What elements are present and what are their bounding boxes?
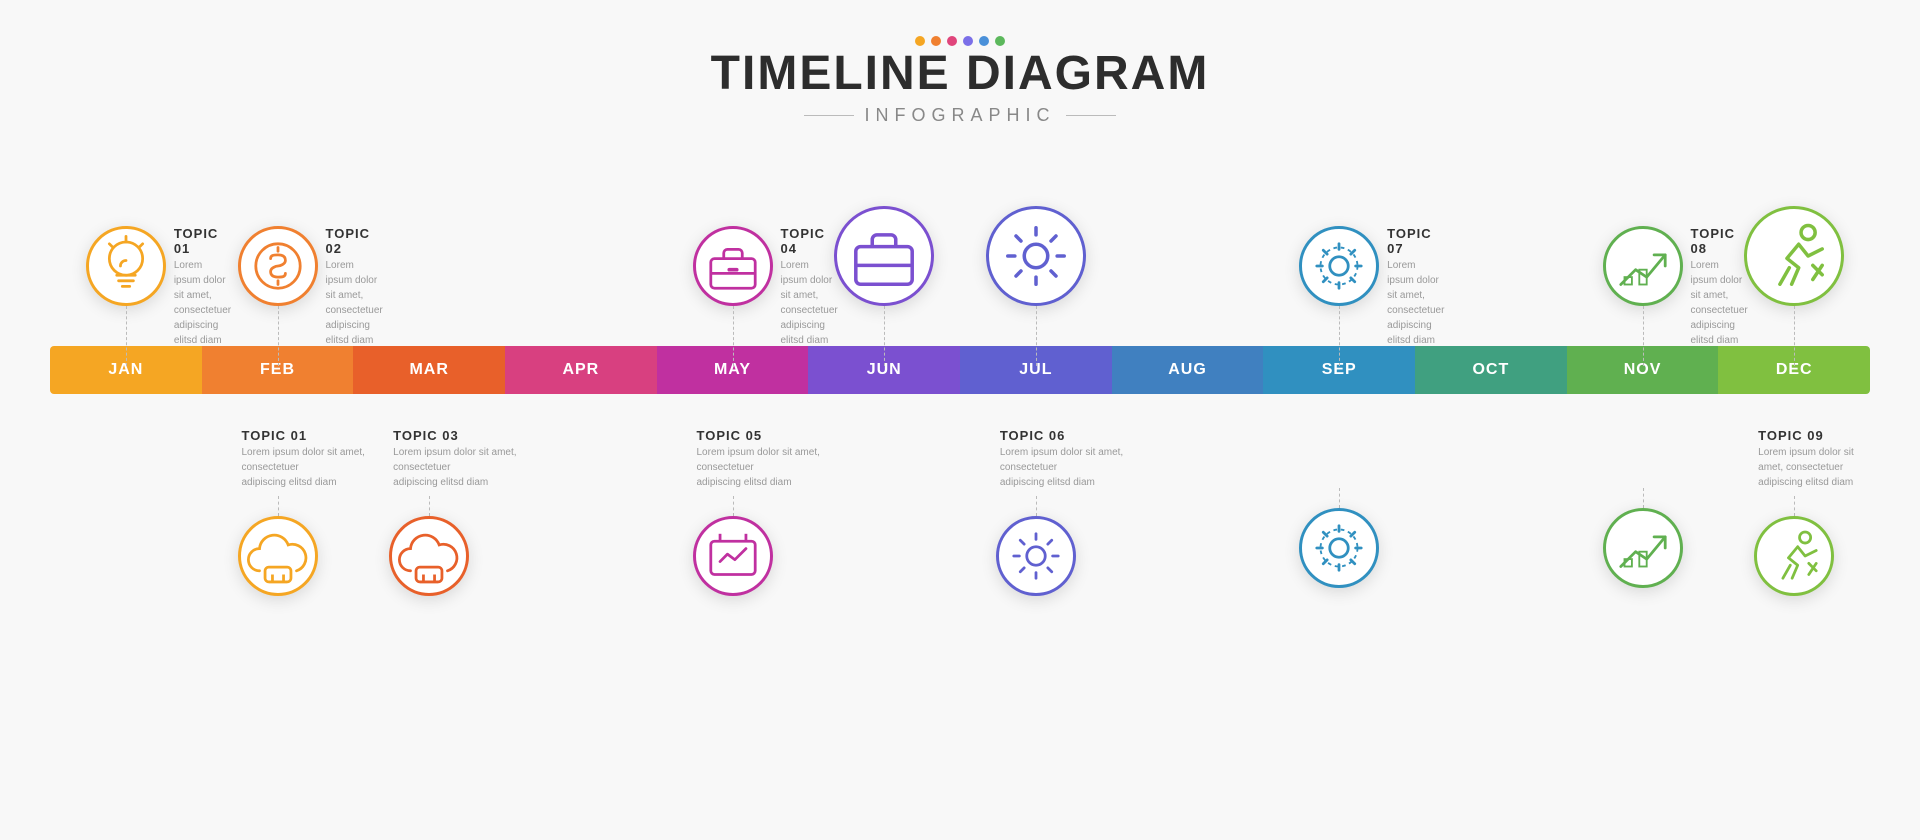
month-mar: MAR — [353, 346, 505, 394]
top-circle-TOPIC 04: TOPIC 04Lorem ipsum dolor sit amet, cons… — [693, 226, 773, 306]
circle-icon-bulb — [86, 226, 166, 306]
label-desc: Lorem ipsum dolor sit amet, consectetuer… — [393, 445, 533, 490]
bottom-label-topic-01: TOPIC 01 Lorem ipsum dolor sit amet, cons… — [242, 428, 382, 490]
circle-icon-growth — [1603, 508, 1683, 588]
header: TIMELINE DIAGRAM INFOGRAPHIC — [711, 30, 1210, 126]
bottom-label-topic-05: TOPIC 05 Lorem ipsum dolor sit amet, cons… — [697, 428, 837, 490]
label-desc: Lorem ipsum dolor sit amet, consectetuer… — [697, 445, 837, 490]
bottom-label-topic-06: TOPIC 06 Lorem ipsum dolor sit amet, cons… — [1000, 428, 1140, 490]
dot-orange — [915, 36, 925, 46]
connector-line — [1339, 488, 1340, 508]
label-text: TOPIC 05 — [697, 428, 837, 443]
bottom-item-TOPIC 01: TOPIC 01 Lorem ipsum dolor sit amet, cons… — [238, 428, 382, 596]
connector-line — [429, 496, 430, 516]
connector-line — [884, 306, 885, 366]
circle-icon-briefcase2 — [834, 206, 934, 306]
dot-orange2 — [931, 36, 941, 46]
month-aug: AUG — [1112, 346, 1264, 394]
topic-label-topic-04: TOPIC 04Lorem ipsum dolor sit amet, cons… — [781, 226, 838, 348]
circle-icon-settings — [1299, 226, 1379, 306]
bottom-item-TOPIC 09: TOPIC 09 Lorem ipsum dolor sit amet, cons… — [1754, 428, 1870, 596]
connector-line — [278, 306, 279, 366]
month-oct: OCT — [1415, 346, 1567, 394]
circle-icon-dollar — [238, 226, 318, 306]
connector-line — [1643, 306, 1644, 366]
color-dots — [711, 36, 1210, 46]
bottom-label-topic-09: TOPIC 09 Lorem ipsum dolor sit amet, cons… — [1758, 428, 1870, 490]
connector-line — [1036, 496, 1037, 516]
bottom-label-topic-03: TOPIC 03 Lorem ipsum dolor sit amet, cons… — [393, 428, 533, 490]
circle-icon-runner — [1754, 516, 1834, 596]
dot-pink — [947, 36, 957, 46]
label-text: TOPIC 08 — [1691, 226, 1748, 256]
circle-icon-briefcase — [693, 226, 773, 306]
top-circle-TOPIC 08: TOPIC 08Lorem ipsum dolor sit amet, cons… — [1603, 226, 1683, 306]
month-apr: APR — [505, 346, 657, 394]
bottom-item-item-5 — [1603, 428, 1683, 588]
top-circle-TOPIC 02: TOPIC 02Lorem ipsum dolor sit amet, cons… — [238, 226, 318, 306]
dot-green — [995, 36, 1005, 46]
bottom-item-item-4 — [1299, 428, 1379, 588]
connector-line — [1036, 306, 1037, 366]
label-desc: Lorem ipsum dolor sit amet, consectetuer… — [242, 445, 382, 490]
connector-line — [126, 306, 127, 366]
connector-line — [1794, 306, 1795, 366]
page-subtitle: INFOGRAPHIC — [711, 105, 1210, 126]
circle-icon-chart — [693, 516, 773, 596]
connector-line — [733, 496, 734, 516]
label-desc: Lorem ipsum dolor sit amet, consectetuer… — [781, 258, 838, 348]
connector-line — [1339, 306, 1340, 366]
label-desc: Lorem ipsum dolor sit amet, consectetuer… — [326, 258, 383, 348]
label-text: TOPIC 03 — [393, 428, 533, 443]
circle-icon-runner — [1744, 206, 1844, 306]
bottom-item-TOPIC 05: TOPIC 05 Lorem ipsum dolor sit amet, cons… — [693, 428, 837, 596]
topic-label-topic-07: TOPIC 07Lorem ipsum dolor sit amet, cons… — [1387, 226, 1444, 348]
bottom-item-TOPIC 06: TOPIC 06 Lorem ipsum dolor sit amet, cons… — [996, 428, 1140, 596]
label-text: TOPIC 09 — [1758, 428, 1870, 443]
top-circle-circle-7 — [1744, 206, 1844, 306]
infographic-container: JANFEBMARAPRMAYJUNJULAUGSEPOCTNOVDEC TOP… — [50, 146, 1870, 840]
topic-label-topic-08: TOPIC 08Lorem ipsum dolor sit amet, cons… — [1691, 226, 1748, 348]
topic-label-topic-02: TOPIC 02Lorem ipsum dolor sit amet, cons… — [326, 226, 383, 348]
circle-icon-gear — [986, 206, 1086, 306]
label-text: TOPIC 01 — [174, 226, 231, 256]
connector-line — [278, 496, 279, 516]
top-circle-circle-4 — [986, 206, 1086, 306]
circle-icon-cloud — [389, 516, 469, 596]
top-circle-TOPIC 01: TOPIC 01Lorem ipsum dolor sit amet, cons… — [86, 226, 166, 306]
label-text: TOPIC 07 — [1387, 226, 1444, 256]
label-desc: Lorem ipsum dolor sit amet, consectetuer… — [1691, 258, 1748, 348]
connector-line — [1643, 488, 1644, 508]
bottom-item-TOPIC 03: TOPIC 03 Lorem ipsum dolor sit amet, cons… — [389, 428, 533, 596]
circle-icon-cloud — [238, 516, 318, 596]
dot-purple — [963, 36, 973, 46]
connector-line — [733, 306, 734, 366]
dot-blue — [979, 36, 989, 46]
label-text: TOPIC 01 — [242, 428, 382, 443]
label-text: TOPIC 04 — [781, 226, 838, 256]
connector-line — [1794, 496, 1795, 516]
circle-icon-gear — [996, 516, 1076, 596]
topic-label-topic-01: TOPIC 01Lorem ipsum dolor sit amet, cons… — [174, 226, 231, 348]
label-desc: Lorem ipsum dolor sit amet, consectetuer… — [174, 258, 231, 348]
top-circle-circle-3 — [834, 206, 934, 306]
page-title: TIMELINE DIAGRAM — [711, 46, 1210, 101]
label-text: TOPIC 02 — [326, 226, 383, 256]
label-desc: Lorem ipsum dolor sit amet, consectetuer… — [1387, 258, 1444, 348]
label-text: TOPIC 06 — [1000, 428, 1140, 443]
circle-icon-growth — [1603, 226, 1683, 306]
label-desc: Lorem ipsum dolor sit amet, consectetuer… — [1758, 445, 1870, 490]
circle-icon-settings — [1299, 508, 1379, 588]
top-circle-TOPIC 07: TOPIC 07Lorem ipsum dolor sit amet, cons… — [1299, 226, 1379, 306]
timeline-bar: JANFEBMARAPRMAYJUNJULAUGSEPOCTNOVDEC — [50, 346, 1870, 394]
label-desc: Lorem ipsum dolor sit amet, consectetuer… — [1000, 445, 1140, 490]
